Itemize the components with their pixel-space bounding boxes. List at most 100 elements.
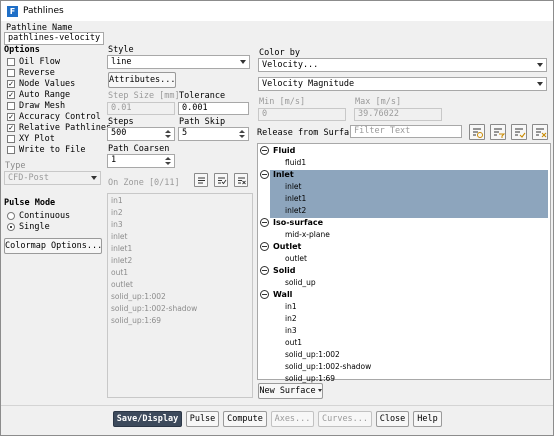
option-oil-flow-checkbox[interactable]: Oil Flow	[7, 56, 60, 67]
option-label: Accuracy Control	[19, 111, 101, 122]
option-relative-pathlines-checkbox[interactable]: ✓ Relative Pathlines	[7, 122, 111, 133]
tree-item[interactable]: solid_up:1:002-shadow	[285, 362, 371, 371]
new-surface-button[interactable]: New Surface	[258, 383, 323, 399]
tolerance-input[interactable]: 0.001	[178, 102, 249, 115]
zone-list-item[interactable]: in2	[111, 208, 123, 217]
deselect-all-icon[interactable]	[214, 173, 228, 187]
filter-surfaces-icon[interactable]	[490, 124, 506, 140]
spin-down-icon[interactable]	[165, 135, 171, 138]
tree-item[interactable]: solid_up:1:69	[285, 374, 335, 383]
tree-item[interactable]: fluid1	[285, 158, 306, 167]
spin-down-icon[interactable]	[239, 135, 245, 138]
select-all-surfaces-icon[interactable]	[469, 124, 485, 140]
checkbox-icon	[7, 57, 15, 66]
collapse-icon[interactable]	[260, 146, 269, 155]
chevron-down-icon	[317, 389, 322, 392]
close-button[interactable]: Close	[376, 411, 409, 427]
check-surfaces-icon[interactable]	[511, 124, 527, 140]
tree-item[interactable]: solid_up	[285, 278, 316, 287]
collapse-icon[interactable]	[260, 266, 269, 275]
step-size-label: Step Size [mm]	[108, 91, 180, 101]
compute-button[interactable]: Compute	[223, 411, 267, 427]
zone-list-item[interactable]: in3	[111, 220, 123, 229]
axes-button[interactable]: Axes...	[271, 411, 314, 427]
save-display-button[interactable]: Save/Display	[113, 411, 182, 427]
tree-group[interactable]: Fluid	[260, 146, 295, 155]
on-zone-list[interactable]: in1 in2 in3 inlet inlet1 inlet2 out1 outlet soli…	[107, 193, 253, 398]
tree-group[interactable]: Solid	[260, 266, 295, 275]
option-label: Relative Pathlines	[19, 122, 112, 133]
release-surfaces-tree[interactable]: Fluid fluid1 Inlet inlet inlet1 inlet2 Iso-sur…	[257, 143, 551, 383]
tree-group[interactable]: Iso-surface	[260, 218, 323, 227]
tree-group[interactable]: Outlet	[260, 242, 301, 251]
chevron-down-icon	[240, 60, 246, 64]
collapse-icon[interactable]	[260, 290, 269, 299]
spin-up-icon[interactable]	[165, 130, 171, 133]
zone-list-item[interactable]: inlet1	[111, 244, 132, 253]
option-draw-mesh-checkbox[interactable]: Draw Mesh	[7, 100, 65, 111]
zone-list-item[interactable]: inlet2	[111, 256, 132, 265]
path-skip-value: 5	[182, 128, 188, 138]
spin-down-icon[interactable]	[165, 162, 171, 165]
tree-group[interactable]: Wall	[260, 290, 292, 299]
zone-list-item[interactable]: in1	[111, 196, 123, 205]
curves-button[interactable]: Curves...	[318, 411, 372, 427]
tree-item[interactable]: solid_up:1:002	[285, 350, 340, 359]
option-auto-range-checkbox[interactable]: ✓ Auto Range	[7, 89, 70, 100]
color-by-category-select[interactable]: Velocity...	[258, 58, 547, 72]
option-node-values-checkbox[interactable]: ✓ Node Values	[7, 78, 75, 89]
zone-list-item[interactable]: inlet	[111, 232, 127, 241]
pathlines-dialog: F Pathlines Pathline Name pathlines-velo…	[0, 0, 554, 436]
tree-group-label: Inlet	[273, 170, 294, 179]
option-xy-plot-checkbox[interactable]: XY Plot	[7, 133, 55, 144]
collapse-icon[interactable]	[260, 170, 269, 179]
tree-item[interactable]: inlet	[285, 182, 301, 191]
tree-item[interactable]: inlet1	[285, 194, 306, 203]
tree-group-label: Outlet	[273, 242, 302, 251]
pulse-continuous-radio[interactable]: Continuous	[7, 210, 70, 221]
option-write-to-file-checkbox[interactable]: Write to File	[7, 144, 86, 155]
clear-selection-icon[interactable]	[234, 173, 248, 187]
style-select[interactable]: line	[107, 55, 250, 69]
pathline-name-input[interactable]: pathlines-velocity	[4, 32, 104, 45]
footer-divider	[1, 405, 553, 406]
tree-item[interactable]: outlet	[285, 254, 307, 263]
path-coarsen-spinner[interactable]: 1	[107, 154, 175, 168]
filter-text-input[interactable]: Filter Text	[350, 125, 462, 138]
spin-up-icon[interactable]	[165, 157, 171, 160]
tree-item[interactable]: inlet2	[285, 206, 306, 215]
tree-item[interactable]: in3	[285, 326, 297, 335]
pulse-single-radio[interactable]: Single	[7, 221, 50, 232]
options-label: Options	[4, 45, 40, 55]
attributes-button[interactable]: Attributes...	[108, 72, 176, 88]
tree-item[interactable]: in1	[285, 302, 297, 311]
help-button[interactable]: Help	[413, 411, 442, 427]
filter-placeholder: Filter Text	[354, 126, 411, 136]
collapse-icon[interactable]	[260, 218, 269, 227]
zone-list-item[interactable]: out1	[111, 268, 128, 277]
colormap-options-button[interactable]: Colormap Options...	[4, 238, 102, 254]
zone-list-item[interactable]: solid_up:1:69	[111, 316, 161, 325]
select-all-icon[interactable]	[194, 173, 208, 187]
option-label: Auto Range	[19, 89, 71, 100]
tree-group[interactable]: Inlet	[260, 170, 294, 179]
option-accuracy-control-checkbox[interactable]: ✓ Accuracy Control	[7, 111, 101, 122]
zone-list-item[interactable]: solid_up:1:002	[111, 292, 166, 301]
option-reverse-checkbox[interactable]: Reverse	[7, 67, 55, 78]
steps-spinner[interactable]: 500	[107, 127, 175, 141]
path-skip-spinner[interactable]: 5	[178, 127, 249, 141]
pulse-button[interactable]: Pulse	[186, 411, 219, 427]
clear-surfaces-icon[interactable]	[532, 124, 548, 140]
style-label: Style	[108, 45, 134, 55]
spin-up-icon[interactable]	[239, 130, 245, 133]
color-by-field-value: Velocity Magnitude	[262, 79, 355, 89]
option-label: Node Values	[19, 78, 76, 89]
tree-item[interactable]: in2	[285, 314, 297, 323]
zone-list-item[interactable]: outlet	[111, 280, 133, 289]
on-zone-label: On Zone [0/11]	[108, 178, 180, 188]
collapse-icon[interactable]	[260, 242, 269, 251]
color-by-field-select[interactable]: Velocity Magnitude	[258, 77, 547, 91]
tree-item[interactable]: out1	[285, 338, 302, 347]
zone-list-item[interactable]: solid_up:1:002-shadow	[111, 304, 197, 313]
tree-item[interactable]: mid-x-plane	[285, 230, 330, 239]
